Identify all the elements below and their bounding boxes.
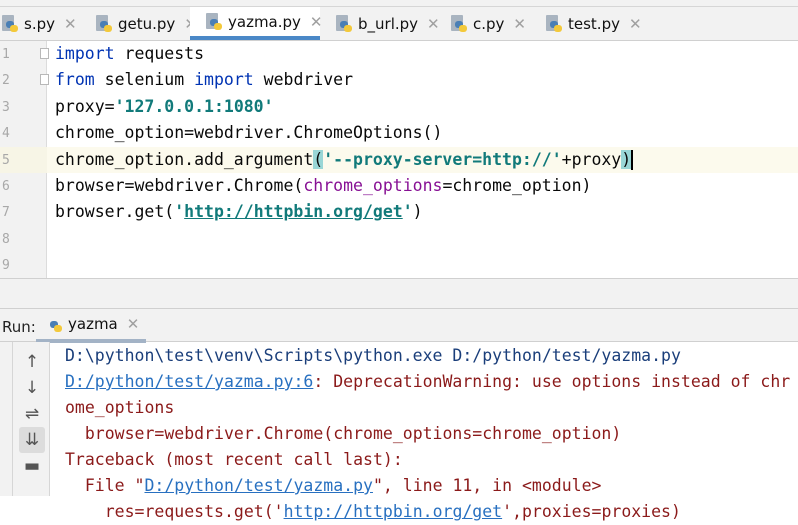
console-line: File "D:/python/test/yazma.py", line 11,… bbox=[65, 473, 795, 499]
code-token: requests bbox=[114, 44, 205, 63]
fold-marker-icon[interactable] bbox=[40, 48, 49, 59]
editor-tab-bar: s.py✕getu.py✕yazma.py✕b_url.py✕c.py✕test… bbox=[0, 7, 798, 41]
title-strip bbox=[0, 0, 798, 7]
code-token: chrome_options bbox=[303, 175, 443, 195]
tab-label: yazma.py bbox=[228, 12, 301, 31]
link[interactable]: http://httpbin.org/get bbox=[184, 202, 403, 221]
python-file-icon bbox=[449, 14, 467, 33]
code-token: =chrome_option) bbox=[442, 175, 592, 195]
panel-separator[interactable] bbox=[0, 278, 798, 308]
code-token: chrome_option.add_argument bbox=[55, 149, 314, 169]
link[interactable]: http://httpbin.org/get bbox=[284, 502, 503, 521]
code-token: selenium bbox=[94, 70, 195, 90]
code-token: '127.0.0.1:1080' bbox=[114, 96, 274, 116]
code-token: ) bbox=[412, 202, 423, 222]
code-token: proxy= bbox=[55, 96, 115, 116]
code-line: import requests bbox=[40, 41, 795, 67]
console-line: D:\python\test\venv\Scripts\python.exe D… bbox=[65, 343, 795, 369]
code-line: proxy='127.0.0.1:1080' bbox=[55, 94, 795, 120]
soft-wrap-icon[interactable]: ⇌ bbox=[19, 401, 45, 427]
tab-yazma-py[interactable]: yazma.py ✕ bbox=[190, 7, 323, 40]
line-number: 6 bbox=[2, 179, 10, 194]
fold-marker-icon[interactable] bbox=[40, 74, 49, 86]
line-number: 7 bbox=[2, 205, 10, 221]
run-tab-label: yazma bbox=[68, 315, 118, 333]
matched-brace: ( bbox=[313, 149, 324, 169]
line-number: 8 bbox=[2, 231, 10, 247]
code-token: chrome_option=webdriver.ChromeOptions() bbox=[55, 123, 443, 143]
code-line: chrome_option.add_argument('--proxy-serv… bbox=[55, 147, 795, 173]
python-file-icon bbox=[94, 14, 112, 33]
tab-b_url-py[interactable]: b_url.py ✕ bbox=[320, 7, 440, 40]
run-side-toolbar bbox=[0, 342, 13, 496]
tab-label: c.py bbox=[473, 14, 505, 33]
close-icon[interactable]: ✕ bbox=[127, 315, 140, 333]
code-token: import bbox=[55, 44, 115, 63]
console-line: res=requests.get('http://httpbin.org/get… bbox=[65, 499, 795, 525]
tab-c-py[interactable]: c.py ✕ bbox=[435, 7, 530, 40]
arrow-down-icon[interactable]: ↓ bbox=[19, 375, 45, 401]
code-token: File " bbox=[65, 476, 145, 495]
line-number: 9 bbox=[2, 258, 10, 274]
tab-label: b_url.py bbox=[358, 14, 419, 33]
code-token: import bbox=[194, 70, 254, 90]
code-token: ", line 11, in <module> bbox=[372, 476, 602, 495]
code-token: res=requests.get(' bbox=[65, 502, 284, 521]
python-file-icon bbox=[0, 14, 18, 33]
python-file-icon bbox=[334, 14, 352, 33]
code-content[interactable]: import requests from selenium import webd… bbox=[40, 41, 795, 226]
console-line: browser=webdriver.Chrome(chrome_options=… bbox=[65, 421, 795, 447]
code-token: browser=webdriver.Chrome( bbox=[55, 175, 304, 195]
close-icon[interactable]: ✕ bbox=[513, 15, 526, 33]
print-icon[interactable]: ▬ bbox=[19, 453, 45, 479]
python-icon bbox=[44, 315, 62, 333]
code-token: browser=webdriver.Chrome(chrome_options=… bbox=[65, 424, 622, 443]
code-token: D:\python\test\venv\Scripts\python.exe D… bbox=[65, 346, 681, 365]
tab-label: s.py bbox=[24, 14, 55, 33]
console-toolbar: ↑ ↓ ⇌ ⇊ ▬ bbox=[13, 342, 50, 496]
scroll-to-end-icon[interactable]: ⇊ bbox=[19, 427, 45, 453]
code-token: ' bbox=[174, 202, 185, 222]
matched-brace: ) bbox=[621, 149, 632, 169]
python-file-icon bbox=[204, 12, 222, 31]
code-token: from bbox=[55, 70, 95, 90]
code-line: browser=webdriver.Chrome(chrome_options=… bbox=[55, 173, 795, 199]
code-token: Traceback (most recent call last): bbox=[65, 450, 403, 469]
code-line: browser.get('http://httpbin.org/get') bbox=[55, 199, 795, 225]
code-line: chrome_option=webdriver.ChromeOptions() bbox=[55, 120, 795, 146]
text-caret bbox=[631, 150, 634, 171]
arrow-up-icon[interactable]: ↑ bbox=[19, 349, 45, 375]
code-token: '--proxy-server=http://' bbox=[323, 149, 562, 169]
run-tab-yazma[interactable]: yazma ✕ bbox=[36, 309, 146, 343]
run-label: Run: bbox=[2, 318, 36, 336]
line-number: 2 bbox=[2, 73, 10, 89]
code-token: +proxy bbox=[561, 149, 622, 169]
tab-s-py[interactable]: s.py ✕ bbox=[0, 7, 77, 40]
line-number: 4 bbox=[2, 126, 10, 142]
tab-label: test.py bbox=[568, 14, 620, 33]
console-line: Traceback (most recent call last): bbox=[65, 447, 795, 473]
close-icon[interactable]: ✕ bbox=[64, 15, 77, 33]
tab-getu-py[interactable]: getu.py✕ bbox=[80, 7, 197, 40]
code-token: webdriver bbox=[253, 70, 354, 90]
code-line: from selenium import webdriver bbox=[40, 67, 795, 93]
tab-test-py[interactable]: test.py ✕ bbox=[530, 7, 642, 40]
console-line: D:/python/test/yazma.py:6: DeprecationWa… bbox=[65, 369, 795, 421]
python-file-icon bbox=[544, 14, 562, 33]
code-token: ' bbox=[402, 202, 413, 222]
link[interactable]: D:/python/test/yazma.py:6 bbox=[65, 372, 313, 391]
line-number: 1 bbox=[2, 47, 10, 62]
console-output[interactable]: D:\python\test\venv\Scripts\python.exe D… bbox=[65, 343, 795, 525]
code-editor[interactable]: import requests from selenium import webd… bbox=[40, 41, 798, 278]
tab-label: getu.py bbox=[118, 14, 176, 33]
line-number: 3 bbox=[2, 99, 10, 115]
close-icon[interactable]: ✕ bbox=[629, 15, 642, 33]
code-token: browser.get( bbox=[55, 202, 175, 222]
link[interactable]: D:/python/test/yazma.py bbox=[144, 476, 372, 495]
run-tool-bar: Run: yazma ✕ bbox=[0, 308, 798, 343]
line-number: 5 bbox=[2, 152, 10, 168]
code-token: ',proxies=proxies) bbox=[502, 502, 681, 521]
